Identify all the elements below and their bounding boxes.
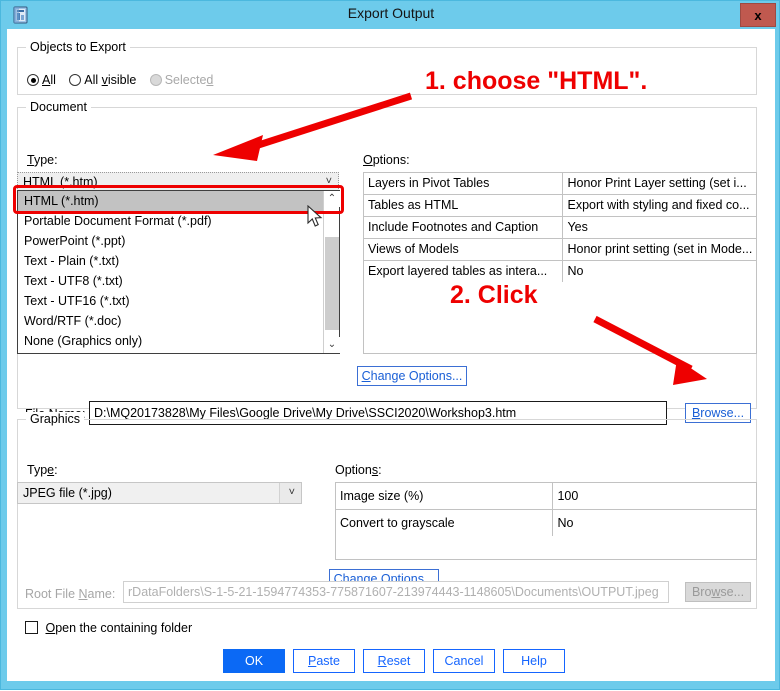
radio-option-selected: Selected <box>149 73 224 87</box>
root-file-name-label: Root File Name: <box>25 587 116 601</box>
option-key: Image size (%) <box>336 483 554 509</box>
graphics-options-label: Options: <box>335 463 382 477</box>
radio-all-label: All <box>42 73 56 87</box>
root-file-browse-label: Browse... <box>691 585 745 599</box>
scroll-down-arrow-icon[interactable]: ⌄ <box>324 337 340 353</box>
option-key: Layers in Pivot Tables <box>364 173 564 194</box>
option-key: Include Footnotes and Caption <box>364 217 564 238</box>
cancel-button[interactable]: Cancel <box>433 649 495 673</box>
option-key: Export layered tables as intera... <box>364 261 564 282</box>
option-value: 100 <box>557 489 579 503</box>
option-value: Yes <box>567 220 588 234</box>
table-row[interactable]: Export layered tables as intera... No <box>364 261 756 282</box>
dropdown-item-word-rtf[interactable]: Word/RTF (*.doc) <box>18 311 339 331</box>
export-output-dialog: Export Output x Objects to Export All Al… <box>0 0 780 690</box>
option-value: Honor print setting (set in Mode... <box>567 242 753 256</box>
close-button[interactable]: x <box>740 3 776 27</box>
dropdown-item-html[interactable]: HTML (*.htm) <box>18 191 339 211</box>
document-browse-label: Browse... <box>691 406 745 420</box>
document-options-label: Options: <box>363 153 410 167</box>
ok-button[interactable]: OK <box>223 649 285 673</box>
dropdown-item-ppt[interactable]: PowerPoint (*.ppt) <box>18 231 339 251</box>
document-options-table[interactable]: Layers in Pivot Tables Honor Print Layer… <box>363 172 757 354</box>
ok-button-label: OK <box>244 654 264 668</box>
document-type-label: Type: <box>27 153 58 167</box>
radio-selected-indicator <box>149 74 162 86</box>
open-containing-folder-checkbox[interactable]: Open the containing folder <box>25 621 192 635</box>
dropdown-item-pdf[interactable]: Portable Document Format (*.pdf) <box>18 211 339 231</box>
document-type-combo-value: HTML (*.htm) <box>23 175 98 189</box>
checkbox-indicator <box>25 621 38 634</box>
file-name-value: D:\MQ20173828\My Files\Google Drive\My D… <box>94 406 517 420</box>
objects-to-export-title: Objects to Export <box>26 40 130 54</box>
radio-selected-label: Selected <box>164 73 214 87</box>
table-row[interactable]: Image size (%) 100 <box>336 483 756 510</box>
option-value: Honor Print Layer setting (set i... <box>567 176 747 190</box>
graphics-type-combo[interactable]: JPEG file (*.jpg) ˅ <box>17 482 302 504</box>
option-key: Views of Models <box>364 239 564 260</box>
option-value: No <box>557 516 574 530</box>
document-type-dropdown-list[interactable]: HTML (*.htm) Portable Document Format (*… <box>17 190 340 354</box>
cancel-button-label: Cancel <box>444 654 484 668</box>
dropdown-item-text-plain[interactable]: Text - Plain (*.txt) <box>18 251 339 271</box>
objects-to-export-group: Objects to Export <box>17 40 757 95</box>
option-value: Export with styling and fixed co... <box>567 198 750 212</box>
radio-all-visible-label: All visible <box>84 73 137 87</box>
graphics-options-table[interactable]: Image size (%) 100 Convert to grayscale … <box>335 482 757 560</box>
table-row[interactable]: Tables as HTML Export with styling and f… <box>364 195 756 217</box>
scroll-up-arrow-icon[interactable]: ⌃ <box>324 191 340 207</box>
document-change-options-button[interactable]: Change Options... <box>357 366 467 386</box>
dropdown-item-text-utf8[interactable]: Text - UTF8 (*.txt) <box>18 271 339 291</box>
chevron-down-icon: ˅ <box>325 175 332 187</box>
dialog-client-area: Objects to Export All All visible Select… <box>7 29 775 681</box>
window-title: Export Output <box>347 5 435 21</box>
open-containing-folder-label: Open the containing folder <box>45 621 193 635</box>
radio-option-all-visible[interactable]: All visible <box>69 73 149 87</box>
option-key: Convert to grayscale <box>336 510 554 536</box>
root-file-name-input: rDataFolders\S-1-5-21-1594774353-7758716… <box>123 581 669 603</box>
dropdown-item-none-graphics[interactable]: None (Graphics only) <box>18 331 339 351</box>
radio-all-visible-indicator <box>69 74 82 86</box>
paste-button[interactable]: Paste <box>293 649 355 673</box>
root-file-name-value: rDataFolders\S-1-5-21-1594774353-7758716… <box>128 585 659 599</box>
help-button[interactable]: Help <box>503 649 565 673</box>
title-bar: Export Output x <box>1 1 780 29</box>
table-row[interactable]: Include Footnotes and Caption Yes <box>364 217 756 239</box>
help-button-label: Help <box>521 654 547 668</box>
radio-option-all[interactable]: All <box>27 73 69 87</box>
scrollbar-thumb[interactable] <box>325 237 339 330</box>
objects-radio-row: All All visible Selected <box>27 73 223 87</box>
table-row[interactable]: Convert to grayscale No <box>336 510 756 536</box>
graphics-group-title: Graphics <box>26 412 85 426</box>
document-type-combo[interactable]: HTML (*.htm) ˅ <box>17 172 339 191</box>
document-change-options-label: Change Options... <box>361 369 463 383</box>
reset-button[interactable]: Reset <box>363 649 425 673</box>
graphics-type-label: Type: <box>27 463 58 477</box>
document-group-title: Document <box>26 100 91 114</box>
table-row[interactable]: Layers in Pivot Tables Honor Print Layer… <box>364 173 756 195</box>
reset-button-label: Reset <box>377 654 411 668</box>
radio-all-indicator <box>27 74 39 86</box>
chevron-down-icon: ˅ <box>288 486 295 499</box>
graphics-type-combo-value: JPEG file (*.jpg) <box>23 486 112 500</box>
paste-button-label: Paste <box>308 654 340 668</box>
option-key: Tables as HTML <box>364 195 564 216</box>
option-value: No <box>567 264 584 278</box>
table-row[interactable]: Views of Models Honor print setting (set… <box>364 239 756 261</box>
dropdown-item-text-utf16[interactable]: Text - UTF16 (*.txt) <box>18 291 339 311</box>
dropdown-scrollbar[interactable]: ⌃ ⌄ <box>323 191 340 353</box>
root-file-browse-button: Browse... <box>685 582 751 602</box>
